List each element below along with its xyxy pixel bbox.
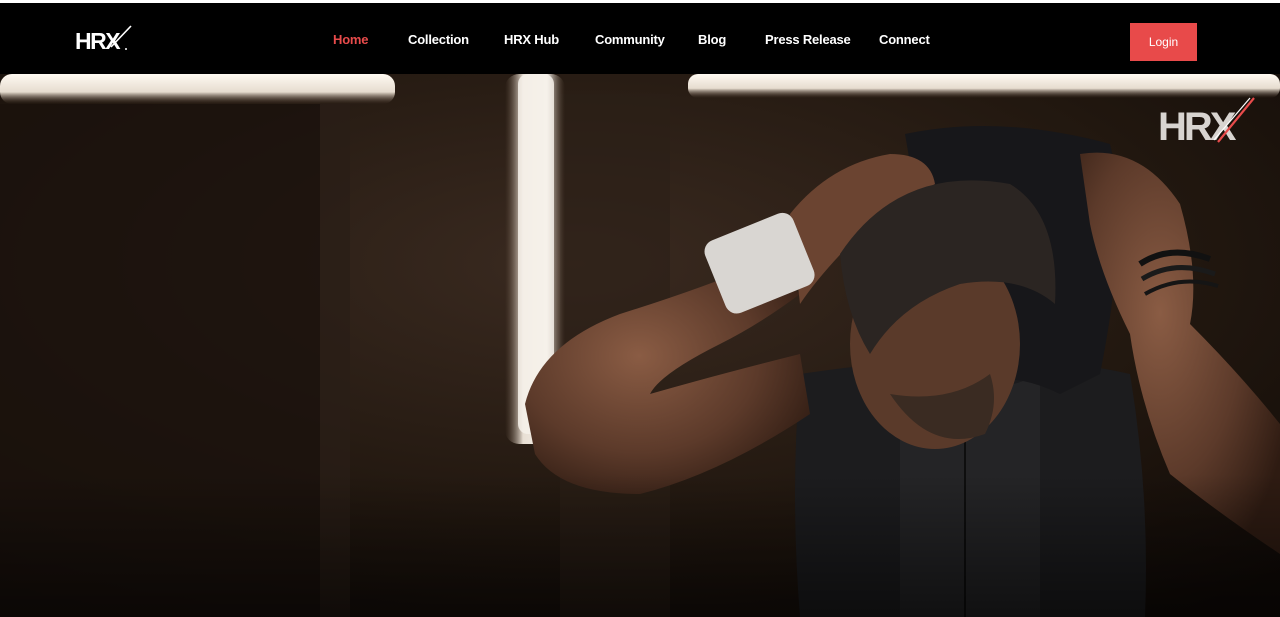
nav-connect[interactable]: Connect: [879, 32, 930, 47]
nav-community[interactable]: Community: [595, 32, 665, 47]
nav-collection[interactable]: Collection: [408, 32, 469, 47]
hero-image: [0, 74, 1280, 617]
navbar: HRX Home Collection HRX Hub Community Bl…: [0, 3, 1280, 74]
hrx-watermark-icon: HRX: [1158, 97, 1255, 148]
page: HRX Home Collection HRX Hub Community Bl…: [0, 0, 1280, 617]
nav-hrx-hub[interactable]: HRX Hub: [504, 32, 559, 47]
login-button[interactable]: Login: [1130, 23, 1197, 61]
nav-blog[interactable]: Blog: [698, 32, 726, 47]
hero-banner: HRX: [0, 74, 1280, 617]
nav-home[interactable]: Home: [333, 32, 369, 47]
main-nav: Home Collection HRX Hub Community Blog P…: [0, 3, 1280, 74]
nav-press-release[interactable]: Press Release: [765, 32, 851, 47]
